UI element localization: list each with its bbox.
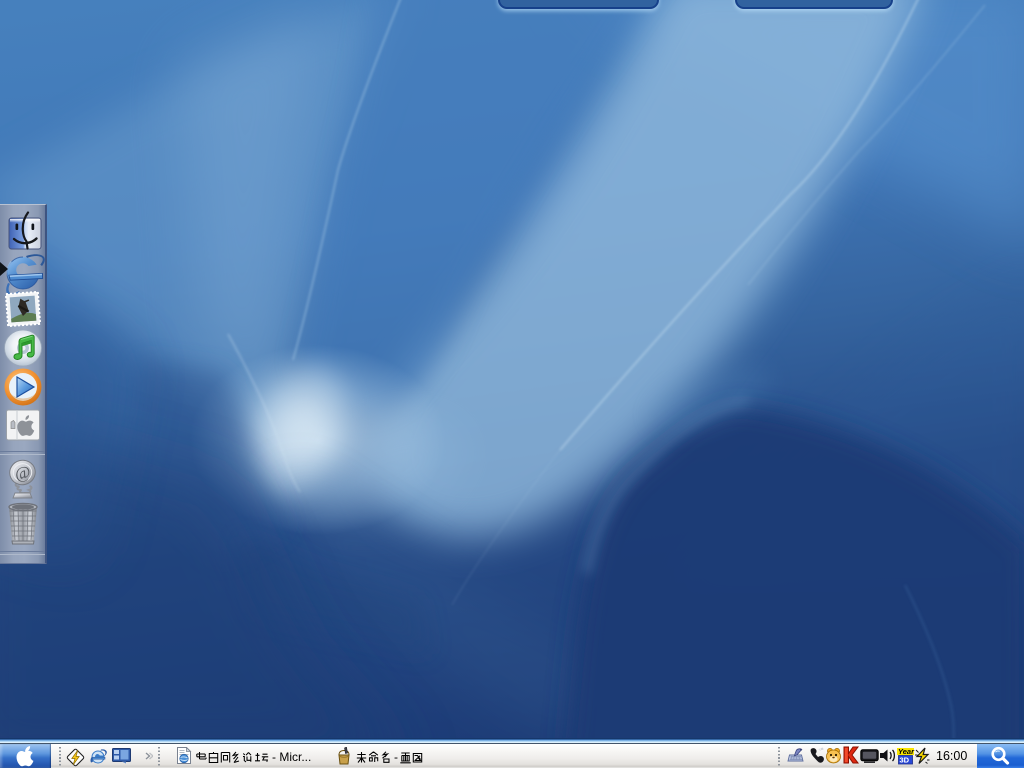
svg-text:-: - [394, 751, 398, 764]
svg-text:3D: 3D [900, 755, 910, 764]
svg-text:- Micr...: - Micr... [272, 751, 311, 764]
